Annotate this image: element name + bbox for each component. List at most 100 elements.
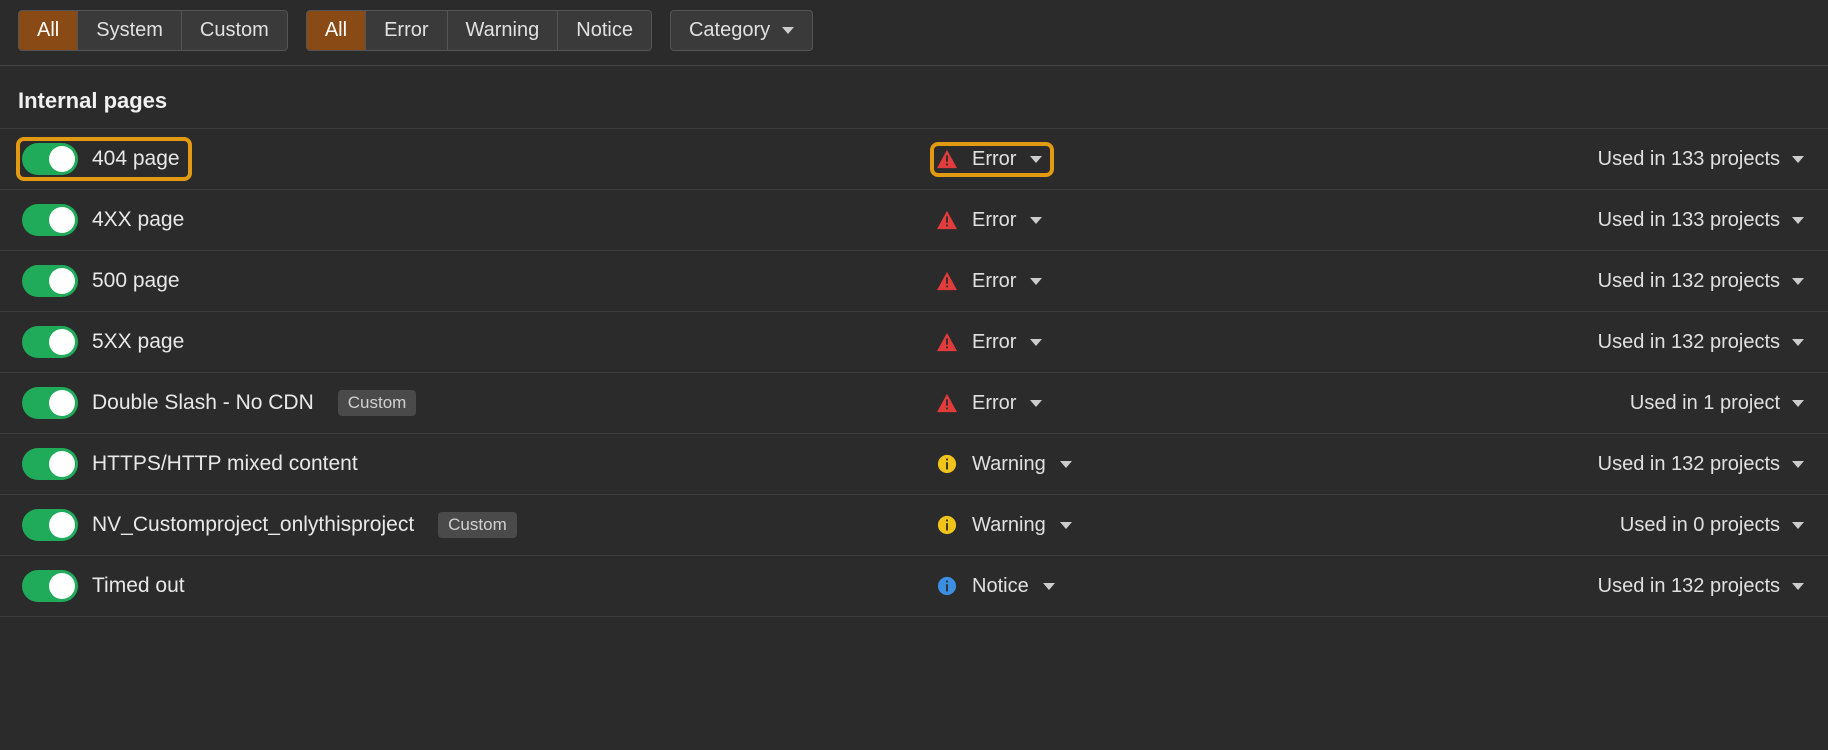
info-circle-icon [936, 454, 958, 474]
severity-label: Warning [972, 514, 1046, 537]
used-in-dropdown[interactable]: Used in 132 projects [1598, 453, 1810, 476]
issue-name: 5XX page [92, 330, 184, 354]
issue-row: NV_Customproject_onlythisprojectCustom Wa… [0, 494, 1828, 555]
severity-label: Error [972, 270, 1016, 293]
severity-label: Error [972, 392, 1016, 415]
used-in-label: Used in 133 projects [1598, 148, 1780, 171]
severity-wrap: Error [932, 144, 1052, 175]
issue-row: 5XX page Error Used in 132 projects [0, 311, 1828, 372]
enable-toggle[interactable] [22, 509, 78, 541]
used-in-label: Used in 132 projects [1598, 575, 1780, 598]
issue-toggle-name: 4XX page [18, 200, 918, 240]
filter-type-custom[interactable]: Custom [182, 11, 287, 50]
enable-toggle[interactable] [22, 387, 78, 419]
severity-wrap: Warning [932, 510, 1082, 541]
toggle-knob [49, 573, 75, 599]
issue-name: NV_Customproject_onlythisproject [92, 513, 414, 537]
severity-label: Error [972, 148, 1016, 171]
filter-type-system[interactable]: System [78, 11, 182, 50]
used-in-label: Used in 132 projects [1598, 270, 1780, 293]
issue-list: 404 pageErrorUsed in 133 projects4XX pag… [0, 128, 1828, 617]
severity-dropdown[interactable]: Warning [932, 449, 1272, 480]
used-in-dropdown[interactable]: Used in 133 projects [1598, 209, 1810, 232]
used-in-label: Used in 133 projects [1598, 209, 1780, 232]
filter-category-label: Category [689, 19, 770, 42]
filter-severity-notice[interactable]: Notice [558, 11, 651, 50]
issue-row: Timed out Notice Used in 132 projects [0, 555, 1828, 617]
toggle-knob [49, 390, 75, 416]
severity-wrap: Warning [932, 449, 1082, 480]
filter-severity-warning[interactable]: Warning [448, 11, 559, 50]
issue-toggle-name: HTTPS/HTTP mixed content [18, 444, 918, 484]
chevron-down-icon [782, 27, 794, 34]
issue-name-wrap: Double Slash - No CDN [18, 383, 324, 423]
toggle-knob [49, 512, 75, 538]
type-filter-group: All System Custom [18, 10, 288, 51]
severity-dropdown[interactable]: Error [932, 266, 1272, 297]
chevron-down-icon [1060, 461, 1072, 468]
issue-row: 404 pageErrorUsed in 133 projects [0, 128, 1828, 189]
severity-dropdown[interactable]: Error [932, 327, 1272, 358]
chevron-down-icon [1792, 339, 1804, 346]
chevron-down-icon [1030, 278, 1042, 285]
chevron-down-icon [1030, 339, 1042, 346]
severity-dropdown[interactable]: Error [932, 205, 1272, 236]
severity-label: Notice [972, 575, 1029, 598]
severity-wrap: Notice [932, 571, 1065, 602]
issue-toggle-name: Double Slash - No CDNCustom [18, 383, 918, 423]
enable-toggle[interactable] [22, 204, 78, 236]
filter-severity-all[interactable]: All [307, 11, 366, 50]
chevron-down-icon [1792, 156, 1804, 163]
enable-toggle[interactable] [22, 326, 78, 358]
chevron-down-icon [1030, 156, 1042, 163]
chevron-down-icon [1030, 217, 1042, 224]
toggle-knob [49, 451, 75, 477]
toggle-knob [49, 207, 75, 233]
used-in-dropdown[interactable]: Used in 1 project [1630, 392, 1810, 415]
toggle-knob [49, 146, 75, 172]
warning-triangle-icon [936, 332, 958, 352]
issue-row: 4XX page Error Used in 133 projects [0, 189, 1828, 250]
enable-toggle[interactable] [22, 265, 78, 297]
filter-category-dropdown[interactable]: Category [670, 10, 813, 51]
chevron-down-icon [1792, 461, 1804, 468]
severity-filter-group: All Error Warning Notice [306, 10, 652, 51]
used-in-dropdown[interactable]: Used in 132 projects [1598, 575, 1810, 598]
severity-dropdown[interactable]: Error [932, 388, 1272, 419]
issue-row: Double Slash - No CDNCustom Error Used in … [0, 372, 1828, 433]
severity-dropdown[interactable]: Warning [932, 510, 1272, 541]
used-in-dropdown[interactable]: Used in 132 projects [1598, 331, 1810, 354]
used-in-dropdown[interactable]: Used in 0 projects [1620, 514, 1810, 537]
issue-toggle-name: Timed out [18, 566, 918, 606]
used-in-dropdown[interactable]: Used in 132 projects [1598, 270, 1810, 293]
used-in-label: Used in 0 projects [1620, 514, 1780, 537]
issue-name: HTTPS/HTTP mixed content [92, 452, 358, 476]
info-circle-icon [936, 515, 958, 535]
issue-toggle-name: NV_Customproject_onlythisprojectCustom [18, 505, 918, 545]
enable-toggle[interactable] [22, 143, 78, 175]
issue-name-wrap: 4XX page [18, 200, 194, 240]
used-in-label: Used in 132 projects [1598, 453, 1780, 476]
severity-wrap: Error [932, 205, 1052, 236]
issue-name-wrap: NV_Customproject_onlythisproject [18, 505, 424, 545]
warning-triangle-icon [936, 271, 958, 291]
issue-row: HTTPS/HTTP mixed content Warning Used in 1… [0, 433, 1828, 494]
severity-wrap: Error [932, 388, 1052, 419]
severity-label: Error [972, 209, 1016, 232]
chevron-down-icon [1792, 400, 1804, 407]
used-in-dropdown[interactable]: Used in 133 projects [1598, 148, 1810, 171]
enable-toggle[interactable] [22, 448, 78, 480]
enable-toggle[interactable] [22, 570, 78, 602]
severity-dropdown[interactable]: Notice [932, 571, 1272, 602]
filter-severity-error[interactable]: Error [366, 11, 447, 50]
issue-toggle-name: 5XX page [18, 322, 918, 362]
chevron-down-icon [1792, 522, 1804, 529]
issue-name-wrap: 500 page [18, 261, 190, 301]
filter-type-all[interactable]: All [19, 11, 78, 50]
severity-dropdown[interactable]: Error [932, 144, 1272, 175]
severity-wrap: Error [932, 327, 1052, 358]
issue-name: Timed out [92, 574, 185, 598]
issue-name: 500 page [92, 269, 180, 293]
chevron-down-icon [1792, 278, 1804, 285]
toggle-knob [49, 268, 75, 294]
